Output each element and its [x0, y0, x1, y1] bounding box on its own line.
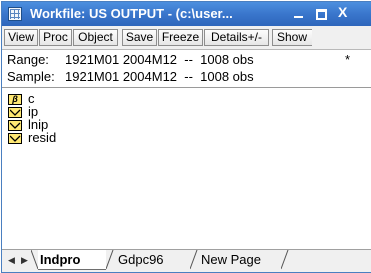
- tab-indpro[interactable]: Indpro: [38, 250, 106, 270]
- toolbar: View Proc Object Save Freeze Details+/- …: [2, 26, 371, 50]
- tab-separator: [281, 250, 289, 270]
- minimize-button[interactable]: [292, 6, 306, 20]
- range-label: Range:: [7, 52, 49, 67]
- sample-value[interactable]: 1921M01 2004M12 -- 1008 obs: [65, 69, 254, 84]
- view-button[interactable]: View: [4, 29, 38, 46]
- object-name: resid: [28, 130, 57, 145]
- sample-label: Sample:: [7, 69, 55, 84]
- workfile-icon: [8, 7, 22, 21]
- range-value[interactable]: 1921M01 2004M12 -- 1008 obs: [65, 52, 254, 67]
- close-button[interactable]: X: [338, 5, 347, 19]
- series-icon: [8, 107, 22, 118]
- tab-scroll-left-icon[interactable]: ◀: [8, 255, 15, 266]
- maximize-button[interactable]: [315, 6, 327, 20]
- proc-button[interactable]: Proc: [39, 29, 72, 46]
- title-bar[interactable]: Workfile: US OUTPUT - (c:\user... X: [2, 2, 371, 26]
- show-button[interactable]: Show: [272, 29, 312, 46]
- details-button[interactable]: Details+/-: [204, 29, 269, 46]
- series-icon: [8, 133, 22, 144]
- page-tab-bar: ◀ ▶ Indpro Gdpc96 New Page: [2, 249, 371, 272]
- workfile-info-panel: Range: 1921M01 2004M12 -- 1008 obs Sampl…: [2, 50, 371, 88]
- save-button[interactable]: Save: [122, 29, 157, 46]
- series-icon: [8, 120, 22, 131]
- modified-marker: *: [345, 52, 351, 67]
- freeze-button[interactable]: Freeze: [158, 29, 203, 46]
- workfile-window: Workfile: US OUTPUT - (c:\user... X View…: [1, 1, 371, 273]
- object-list: β c ip lnip resid: [2, 88, 371, 248]
- tab-gdpc96[interactable]: Gdpc96: [118, 250, 194, 270]
- tab-separator: [106, 250, 114, 270]
- object-button[interactable]: Object: [73, 29, 118, 46]
- tab-separator: [190, 250, 198, 270]
- tab-scroll-right-icon[interactable]: ▶: [21, 255, 28, 266]
- window-title: Workfile: US OUTPUT - (c:\user...: [30, 6, 233, 21]
- tab-new-page[interactable]: New Page: [201, 250, 283, 270]
- coefficient-vector-icon: β: [8, 94, 22, 105]
